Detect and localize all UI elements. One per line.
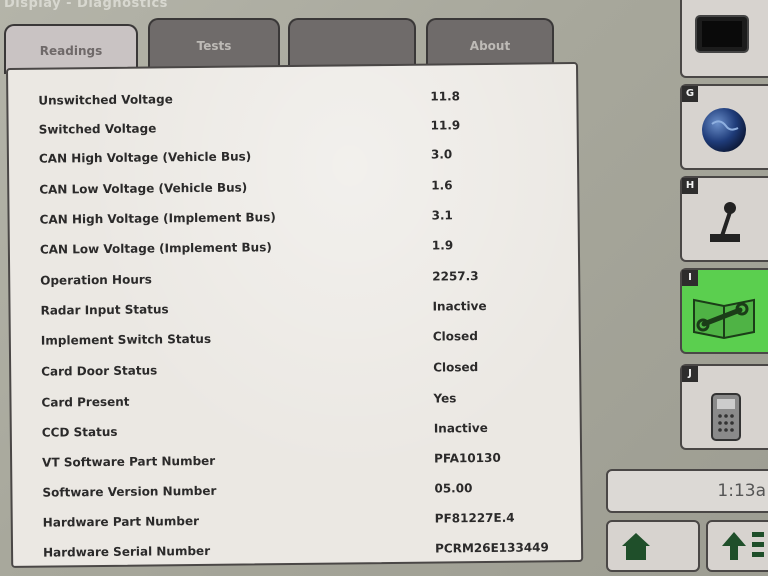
reading-value: 3.0 [430, 147, 453, 162]
reading-row: Operation Hours 2257.3 [10, 268, 578, 296]
reading-row: Hardware Part Number PF81227E.4 [13, 510, 581, 538]
reading-row: CCD Status Inactive [12, 420, 580, 448]
reading-row: CAN Low Voltage (Vehicle Bus) 1.6 [9, 177, 577, 205]
softkey-g[interactable]: G [680, 84, 768, 170]
softkey-letter: H [682, 178, 698, 194]
softkey-letter: G [682, 86, 698, 102]
reading-row: Software Version Number 05.00 [12, 480, 580, 508]
softkey-letter: J [682, 366, 698, 382]
reading-label: Hardware Part Number [42, 514, 200, 530]
reading-row: Card Present Yes [11, 390, 579, 418]
reading-label: CAN High Voltage (Implement Bus) [39, 210, 276, 227]
reading-value: PF81227E.4 [434, 510, 515, 526]
reading-value: 11.9 [430, 118, 461, 133]
menu-up-button[interactable] [706, 520, 768, 572]
reading-label: CAN Low Voltage (Implement Bus) [39, 240, 272, 257]
reading-label: Software Version Number [42, 483, 217, 500]
reading-label: Hardware Serial Number [43, 543, 211, 560]
reading-value: Closed [432, 329, 478, 344]
softkey-j[interactable]: J [680, 364, 768, 450]
reading-value: PFA10130 [434, 450, 501, 466]
readings-panel: Unswitched Voltage 11.8 Switched Voltage… [6, 62, 584, 568]
reading-label: Card Door Status [41, 363, 158, 379]
reading-label: CAN Low Voltage (Vehicle Bus) [39, 180, 248, 197]
reading-value: 2257.3 [432, 269, 479, 284]
home-icon [622, 533, 650, 560]
reading-label: Unswitched Voltage [38, 92, 173, 108]
reading-value: Closed [433, 360, 479, 375]
reading-row: Switched Voltage 11.9 [9, 117, 577, 145]
clock-display: 1:13a [606, 469, 768, 513]
reading-label: Operation Hours [40, 272, 152, 288]
reading-label: CAN High Voltage (Vehicle Bus) [38, 149, 252, 166]
reading-label: VT Software Part Number [42, 453, 216, 470]
reading-label: Switched Voltage [38, 121, 157, 137]
reading-row: Hardware Serial Number PCRM26E133449 [13, 540, 581, 568]
reading-label: Card Present [41, 394, 130, 410]
reading-value: PCRM26E133449 [434, 540, 549, 556]
reading-row: Unswitched Voltage 11.8 [8, 88, 576, 116]
reading-row: Implement Switch Status Closed [11, 328, 579, 356]
reading-value: Inactive [432, 298, 487, 314]
reading-label: Implement Switch Status [40, 331, 212, 348]
reading-label: CCD Status [41, 424, 118, 440]
display-screen-icon [695, 15, 749, 53]
reading-value: Inactive [433, 420, 488, 436]
reading-row: VT Software Part Number PFA10130 [12, 450, 580, 478]
reading-row: CAN High Voltage (Implement Bus) 3.1 [10, 207, 578, 235]
reading-label: Radar Input Status [40, 302, 169, 318]
reading-value: 1.6 [431, 178, 453, 193]
softkey-i-diagnostics[interactable]: I [680, 268, 768, 354]
softkey-h[interactable]: H [680, 176, 768, 262]
reading-value: Yes [433, 391, 457, 406]
reading-value: 1.9 [431, 238, 454, 253]
reading-value: 05.00 [434, 481, 473, 496]
reading-row: CAN Low Voltage (Implement Bus) 1.9 [10, 237, 578, 265]
reading-row: CAN High Voltage (Vehicle Bus) 3.0 [9, 146, 577, 174]
reading-row: Radar Input Status Inactive [10, 298, 578, 326]
softkey-letter: I [682, 270, 698, 286]
display-screen: Display - Diagnostics Readings Tests Abo… [0, 0, 768, 576]
reading-row: Card Door Status Closed [11, 359, 579, 387]
reading-value: 11.8 [430, 89, 461, 104]
reading-value: 3.1 [431, 208, 453, 223]
arrow-up-menu-icon [722, 532, 764, 560]
home-button[interactable] [606, 520, 700, 572]
softkey-display[interactable] [680, 0, 768, 78]
